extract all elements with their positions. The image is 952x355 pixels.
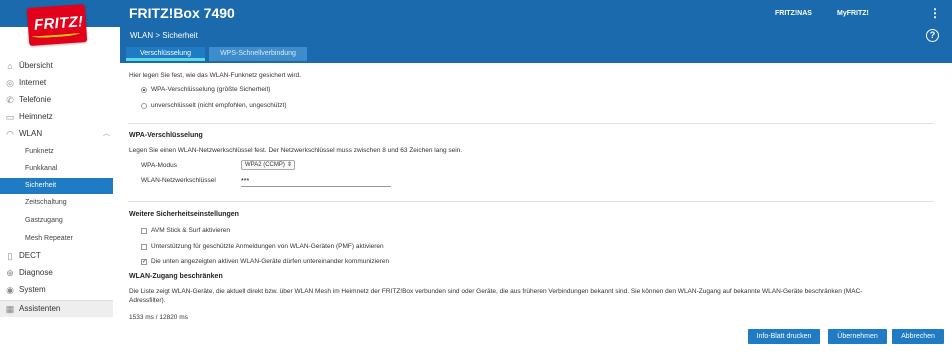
chevron-up-icon[interactable]: ︿: [103, 128, 110, 138]
wpa-mode-label: WPA-Modus: [141, 162, 177, 169]
fritz-logo[interactable]: FRITZ!: [26, 4, 88, 48]
product-title: FRITZ!Box 7490: [129, 5, 235, 21]
access-description-line1: Die Liste zeigt WLAN-Geräte, die aktuell…: [129, 288, 863, 295]
sidebar-item-uebersicht[interactable]: ⌂ Übersicht: [0, 58, 113, 74]
key-label: WLAN-Netzwerkschlüssel: [141, 177, 216, 184]
breadcrumb-bar: WLAN > Sicherheit ?: [120, 27, 952, 45]
sidebar-item-label: System: [19, 285, 46, 294]
phone-icon: ✆: [6, 95, 14, 105]
checkbox-intercommunication-label: Die unten angezeigten aktiven WLAN-Gerät…: [151, 258, 390, 265]
system-icon: ◉: [6, 285, 14, 295]
fritznas-link[interactable]: FRITZ!NAS: [775, 10, 812, 17]
sidebar-item-dect[interactable]: ▯ DECT: [0, 248, 113, 264]
sidebar: ⌂ Übersicht ◎ Internet ✆ Telefonie ▭ Hei…: [0, 45, 113, 355]
sidebar-subitem-label: Zeitschaltung: [25, 199, 67, 206]
sidebar-subitem-label: Sicherheit: [25, 182, 57, 189]
tab-bar: Verschlüsselung WPS-Schnellverbindung: [120, 45, 952, 63]
sidebar-item-internet[interactable]: ◎ Internet: [0, 75, 113, 91]
sidebar-item-label: Assistenten: [19, 304, 61, 313]
sidebar-item-label: DECT: [19, 251, 41, 260]
checkbox-pmf[interactable]: [141, 244, 147, 250]
sidebar-item-system[interactable]: ◉ System: [0, 282, 113, 298]
sidebar-item-label: Übersicht: [19, 61, 53, 70]
checkbox-stick-surf[interactable]: [141, 228, 147, 234]
breadcrumb: WLAN > Sicherheit: [130, 31, 198, 40]
sidebar-subitem-zeitschaltung[interactable]: Zeitschaltung: [0, 195, 113, 211]
cancel-button[interactable]: Abbrechen: [892, 329, 944, 344]
main-content: Hier legen Sie fest, wie das WLAN-Funkne…: [120, 63, 952, 355]
sidebar-item-label: Telefonie: [19, 95, 52, 104]
sidebar-subitem-label: Gastzugang: [25, 217, 63, 224]
wpa-section-title: WPA-Verschlüsselung: [129, 132, 203, 139]
sidebar-item-label: WLAN: [19, 129, 43, 138]
sidebar-item-label: Heimnetz: [19, 112, 53, 121]
wpa-description: Legen Sie einen WLAN-Netzwerkschlüssel f…: [129, 147, 463, 154]
sidebar-item-wlan[interactable]: ◠ WLAN ︿: [0, 126, 113, 142]
wizard-icon: ▦: [5, 304, 15, 314]
checkbox-pmf-label: Unterstützung für geschützte Anmeldungen…: [151, 243, 384, 250]
sidebar-item-diagnose[interactable]: ⊕ Diagnose: [0, 265, 113, 281]
network-key-input[interactable]: [241, 176, 391, 187]
diagnose-icon: ⊕: [6, 268, 14, 278]
access-description-line2: Adressfilter).: [129, 297, 166, 304]
sidebar-subitem-label: Mesh Repeater: [25, 235, 73, 242]
sidebar-item-assistenten-inner: ▦ Assistenten: [0, 301, 113, 317]
globe-icon: ◎: [6, 78, 14, 88]
more-security-title: Weitere Sicherheitseinstellungen: [129, 211, 239, 218]
top-bar: FRITZ!Box 7490 FRITZ!NAS MyFRITZ! ⋮: [0, 0, 952, 27]
print-info-button[interactable]: Info-Blatt drucken: [748, 329, 820, 344]
radio-unencrypted-label: unverschlüsselt (nicht empfohlen, ungesc…: [151, 102, 287, 109]
divider: [128, 201, 934, 202]
sidebar-item-assistenten[interactable]: ▦ Assistenten: [0, 300, 113, 317]
sidebar-item-heimnetz[interactable]: ▭ Heimnetz: [0, 109, 113, 125]
access-section-title: WLAN-Zugang beschränken: [129, 273, 223, 280]
checkbox-stick-surf-label: AVM Stick & Surf aktivieren: [151, 227, 230, 234]
apply-button[interactable]: Übernehmen: [828, 329, 887, 344]
wpa-mode-value: WPA2 (CCMP): [245, 162, 285, 168]
checkbox-intercommunication[interactable]: ✓: [141, 259, 147, 265]
wifi-icon: ◠: [6, 129, 14, 139]
sidebar-item-label: Internet: [19, 78, 47, 87]
radio-wpa-label: WPA-Verschlüsselung (größte Sicherheit): [151, 86, 271, 93]
kebab-menu-icon[interactable]: ⋮: [929, 6, 941, 20]
sidebar-subitem-label: Funkkanal: [25, 165, 58, 172]
radio-wpa[interactable]: [141, 87, 147, 93]
sidebar-item-label: Diagnose: [19, 268, 53, 277]
sidebar-subitem-funkkanal[interactable]: Funkkanal: [0, 161, 113, 177]
tab-wps-schnellverbindung[interactable]: WPS-Schnellverbindung: [209, 47, 307, 61]
logo-text: FRITZ!: [33, 13, 84, 34]
intro-text: Hier legen Sie fest, wie das WLAN-Funkne…: [129, 72, 301, 79]
network-icon: ▭: [5, 112, 15, 122]
sidebar-subitem-funknetz[interactable]: Funknetz: [0, 144, 113, 160]
dect-icon: ▯: [7, 251, 13, 261]
select-arrows-icon: ⇕: [286, 162, 292, 168]
radio-unencrypted[interactable]: [141, 103, 147, 109]
help-icon[interactable]: ?: [926, 29, 939, 42]
sidebar-subitem-gastzugang[interactable]: Gastzugang: [0, 213, 113, 229]
home-icon: ⌂: [7, 61, 13, 71]
wpa-mode-select[interactable]: WPA2 (CCMP) ⇕: [241, 160, 295, 170]
sidebar-subitem-sicherheit[interactable]: Sicherheit: [0, 178, 113, 194]
divider: [128, 123, 934, 124]
sidebar-subitem-label: Funknetz: [25, 148, 54, 155]
timing-text: 1533 ms / 12820 ms: [129, 314, 188, 321]
sidebar-item-telefonie[interactable]: ✆ Telefonie: [0, 92, 113, 108]
sidebar-subitem-mesh-repeater[interactable]: Mesh Repeater: [0, 231, 113, 247]
myfritz-link[interactable]: MyFRITZ!: [837, 10, 869, 17]
tab-verschluesselung[interactable]: Verschlüsselung: [126, 47, 205, 61]
